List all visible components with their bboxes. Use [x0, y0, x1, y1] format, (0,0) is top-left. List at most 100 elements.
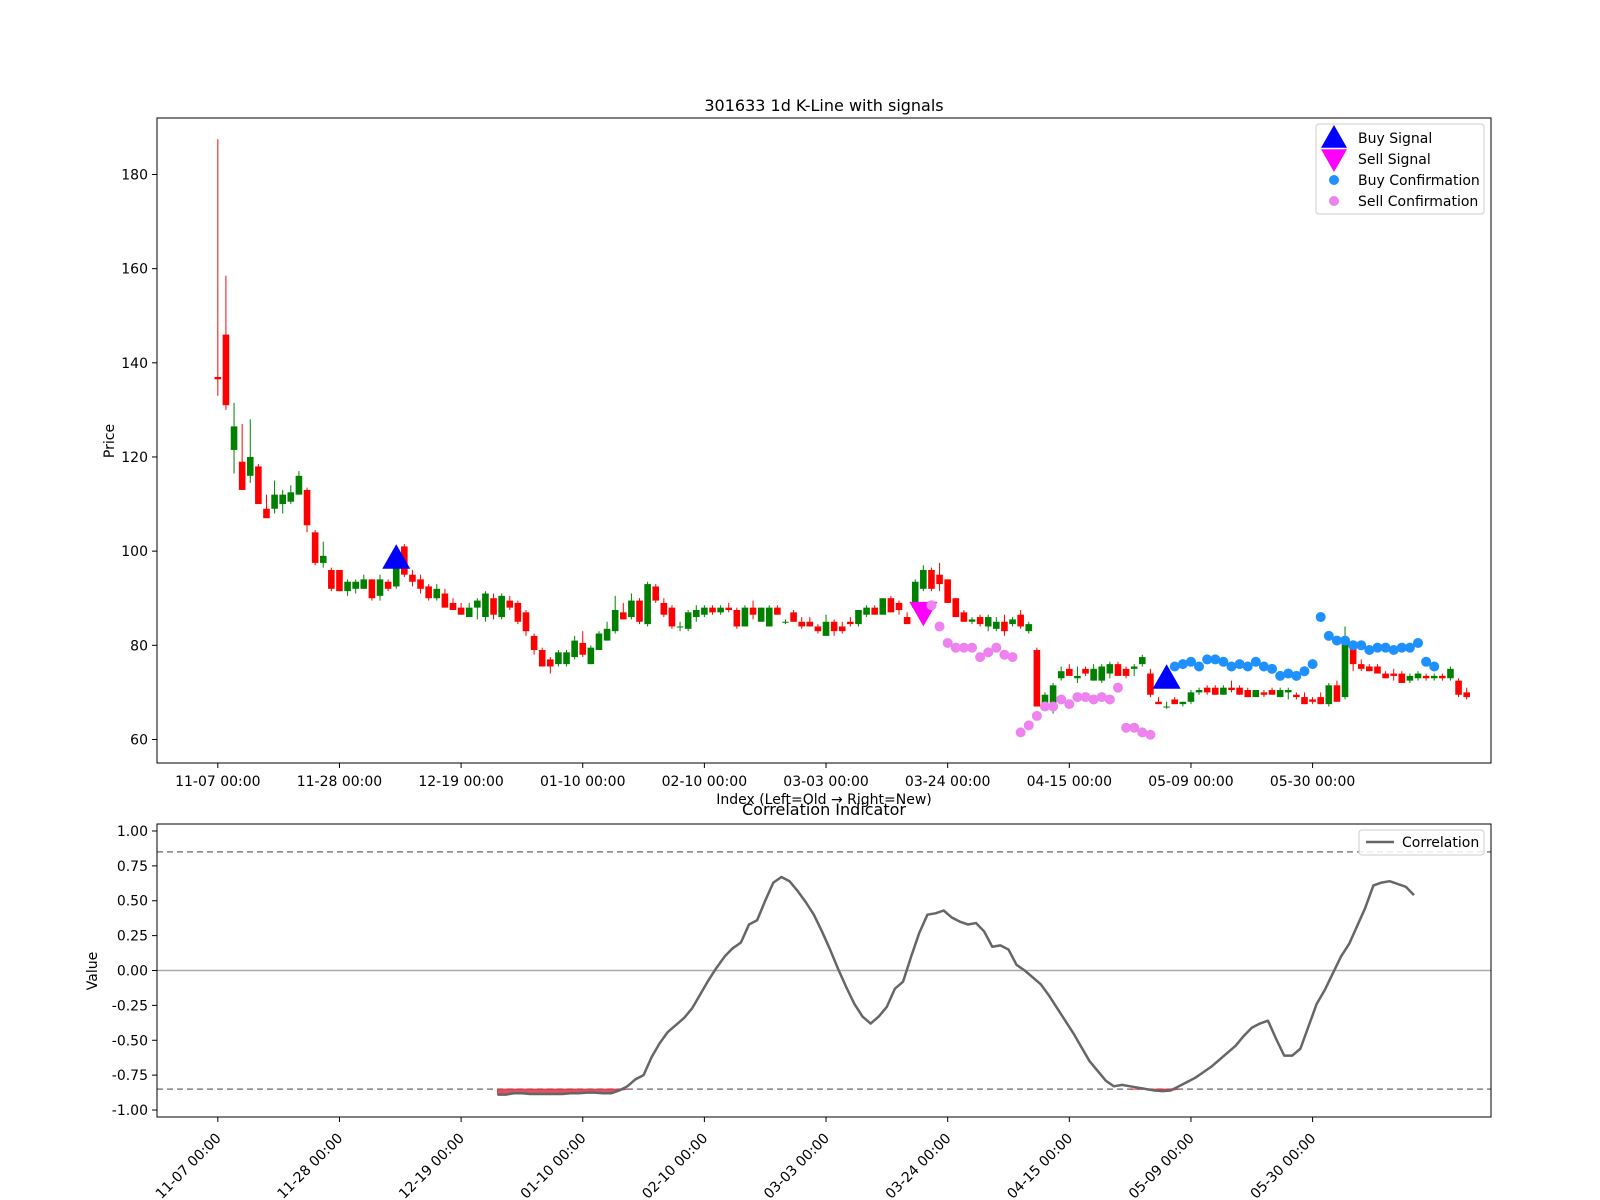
candle-body [660, 602, 668, 615]
candle-body [1357, 664, 1365, 669]
confirmation-point [1145, 729, 1156, 740]
y-tick-label: 1.00 [117, 824, 148, 840]
candle-body [895, 602, 903, 610]
candle-body [1187, 692, 1195, 702]
y-tick-label: 160 [121, 262, 148, 278]
candle-body [1398, 673, 1406, 683]
y-tick-label: 0.25 [117, 929, 148, 945]
confirmation-point [1015, 727, 1026, 738]
x-tick-label: 11-07 00:00 [175, 774, 260, 790]
candle-body [993, 621, 1000, 629]
confirmation-point [1007, 652, 1018, 663]
candle-body [1025, 624, 1033, 632]
candle-body [1439, 675, 1446, 679]
candle-body [822, 621, 830, 636]
candle-body [1057, 671, 1065, 679]
candle-body [376, 579, 384, 596]
candle-body [603, 628, 611, 641]
y-tick-label: -1.00 [112, 1103, 148, 1119]
candle-body [595, 633, 603, 651]
candle-body [1430, 675, 1438, 679]
x-tick-label: 05-30 00:00 [1270, 774, 1355, 790]
legend-label: Buy Confirmation [1358, 173, 1480, 189]
x-tick-label: 03-24 00:00 [905, 774, 990, 790]
candle-body [563, 652, 570, 665]
candle-body [1341, 642, 1349, 698]
candle-body [692, 609, 700, 618]
candle-body [336, 569, 343, 592]
candle-body [1325, 685, 1333, 705]
legend-swatch [1329, 175, 1339, 185]
candle-body [514, 602, 522, 622]
candle-body [960, 612, 968, 622]
candle-body [644, 584, 651, 625]
legend-swatch [1329, 196, 1339, 206]
candle-body [409, 574, 416, 582]
candle-body [1293, 694, 1300, 698]
candle-body [733, 609, 741, 627]
confirmation-point [926, 600, 937, 611]
y-tick-label: -0.75 [112, 1068, 148, 1084]
candle-body [255, 466, 262, 505]
candle-body [1171, 699, 1179, 705]
candle-body [806, 621, 814, 627]
confirmation-point [966, 642, 977, 653]
candle-body [717, 607, 724, 613]
candle-body [522, 612, 530, 632]
candle-body [830, 621, 838, 632]
candle-body [863, 607, 870, 615]
candle-body [311, 532, 319, 563]
confirmation-point [1307, 659, 1318, 670]
candle-body [1260, 692, 1268, 695]
candle-body [798, 621, 805, 627]
candle-body [725, 607, 733, 610]
y-tick-label: -0.25 [112, 998, 148, 1014]
x-tick-label: 03-03 00:00 [783, 774, 868, 790]
candle-body [611, 609, 619, 632]
candle-body [1001, 621, 1008, 632]
candle-body [490, 598, 497, 615]
candle-body [344, 581, 351, 592]
candle-body [1455, 680, 1462, 695]
candle-body [1138, 657, 1146, 665]
x-tick-label: 02-10 00:00 [662, 774, 747, 790]
candle-body [271, 494, 278, 509]
confirmation-point [1031, 710, 1042, 721]
x-tick-label: 12-19 00:00 [418, 774, 503, 790]
candle-body [530, 635, 538, 651]
candle-body [1244, 690, 1252, 698]
candle-body [587, 647, 595, 665]
candle-body [352, 581, 359, 589]
candle-body [538, 650, 546, 667]
candle-body [944, 579, 951, 603]
candle-body [1220, 687, 1227, 695]
candle-body [1033, 650, 1041, 707]
y-tick-label: 60 [130, 732, 148, 748]
confirmation-point [1315, 612, 1326, 623]
candle-body [579, 642, 587, 655]
candle-body [1406, 675, 1414, 681]
confirmation-point [1112, 682, 1123, 693]
correlation-legend: Correlation [1358, 829, 1485, 856]
candle-body [1179, 701, 1187, 705]
candle-body [1268, 690, 1276, 695]
candle-body [1122, 668, 1130, 676]
candle-body [368, 579, 376, 599]
candle-body [230, 426, 238, 450]
candle-body [263, 508, 270, 519]
y-tick-label: -0.50 [112, 1033, 148, 1049]
confirmation-point [1023, 720, 1034, 731]
candle-body [652, 586, 660, 601]
candle-body [1317, 697, 1325, 705]
candle-body [1163, 706, 1170, 708]
candle-body [668, 607, 676, 627]
candle-body [328, 569, 335, 589]
candle-body [619, 612, 627, 620]
candle-body [1082, 668, 1089, 674]
candle-body [790, 612, 797, 622]
candle-body [1211, 687, 1219, 695]
candle-body [303, 489, 311, 526]
confirmation-point [1429, 661, 1440, 672]
candle-body [433, 588, 441, 599]
legend-label: Correlation [1402, 835, 1479, 851]
